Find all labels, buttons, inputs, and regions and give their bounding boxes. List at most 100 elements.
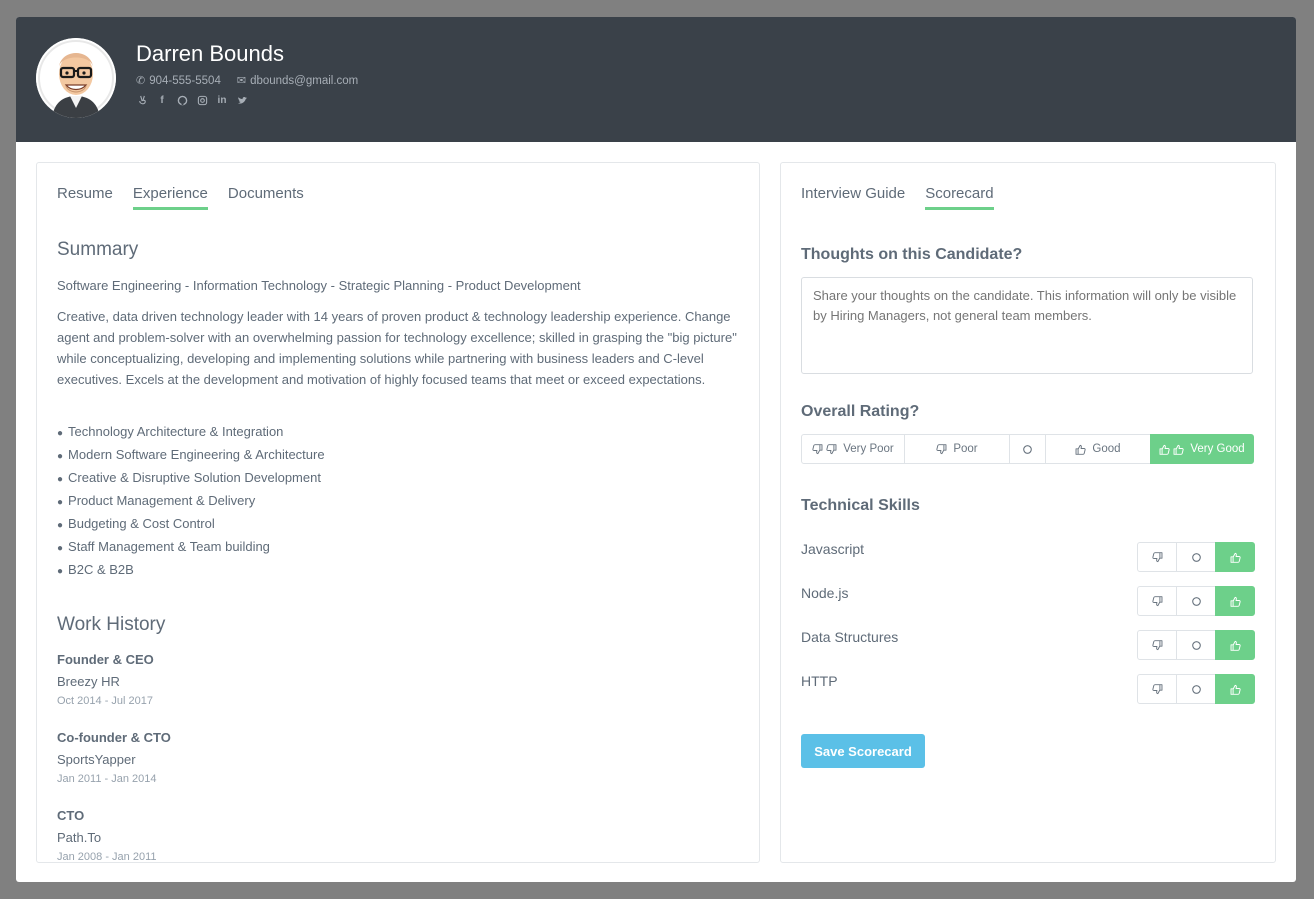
thumbs-up-icon: [1230, 596, 1241, 607]
contact-info: ✆ 904-555-5504 ✉ dbounds@gmail.com: [136, 74, 358, 88]
job-dates: Jan 2011 - Jan 2014: [57, 773, 157, 785]
tab-scorecard[interactable]: Scorecard: [925, 185, 994, 210]
technical-skills-heading: Technical Skills: [801, 497, 920, 514]
tab-documents[interactable]: Documents: [228, 185, 304, 210]
list-item: Technology Architecture & Integration: [57, 421, 325, 444]
summary-body: Creative, data driven technology leader …: [57, 309, 737, 387]
job-dates: Oct 2014 - Jul 2017: [57, 695, 154, 707]
twitter-icon[interactable]: [236, 94, 248, 106]
summary-tagline: Software Engineering - Information Techn…: [57, 278, 581, 293]
skill-thumbs-up-button[interactable]: [1215, 674, 1255, 704]
list-item: B2C & B2B: [57, 559, 325, 582]
experience-panel: Resume Experience Documents Summary Soft…: [36, 162, 760, 863]
save-scorecard-button[interactable]: Save Scorecard: [801, 734, 925, 768]
rating-very-poor-button[interactable]: Very Poor: [801, 434, 905, 464]
thumbs-down-icon: [1152, 552, 1163, 563]
thumbs-down-icon: [936, 444, 947, 455]
skill-row: Node.js: [801, 585, 1255, 616]
neutral-circle-icon: [1191, 552, 1202, 563]
skill-label: Javascript: [801, 541, 865, 557]
job-dates: Jan 2008 - Jan 2011: [57, 851, 157, 863]
skill-neutral-button[interactable]: [1176, 674, 1216, 704]
rating-very-good-button[interactable]: Very Good: [1150, 434, 1254, 464]
envelope-icon: ✉: [236, 75, 247, 87]
github-icon[interactable]: [176, 94, 188, 106]
social-links: f in: [136, 94, 248, 106]
job-company: SportsYapper: [57, 752, 136, 767]
left-tabs: Resume Experience Documents: [57, 185, 304, 210]
email-address[interactable]: dbounds@gmail.com: [250, 75, 358, 87]
summary-heading: Summary: [57, 239, 139, 260]
skill-row: Javascript: [801, 541, 1255, 572]
job-entry: Co-founder & CTO SportsYapper Jan 2011 -…: [57, 730, 171, 785]
job-title: Co-founder & CTO: [57, 730, 171, 745]
rating-good-button[interactable]: Good: [1045, 434, 1151, 464]
candidate-modal: Darren Bounds ✆ 904-555-5504 ✉ dbounds@g…: [16, 17, 1296, 882]
tab-resume[interactable]: Resume: [57, 185, 113, 210]
skill-thumbs-up-button[interactable]: [1215, 630, 1255, 660]
tab-experience[interactable]: Experience: [132, 185, 208, 210]
avatar: [36, 38, 116, 118]
thumbs-down-icon: [1152, 640, 1163, 651]
thoughts-heading: Thoughts on this Candidate?: [801, 246, 1023, 263]
neutral-circle-icon: [1022, 444, 1033, 455]
skill-thumbs-down-button[interactable]: [1137, 586, 1177, 616]
rating-poor-button[interactable]: Poor: [904, 434, 1010, 464]
neutral-circle-icon: [1191, 596, 1202, 607]
angellist-icon[interactable]: [136, 94, 148, 106]
job-company: Path.To: [57, 830, 102, 845]
scorecard-panel: Interview Guide Scorecard Thoughts on th…: [780, 162, 1276, 863]
neutral-circle-icon: [1191, 684, 1202, 695]
list-item: Modern Software Engineering & Architectu…: [57, 444, 325, 467]
facebook-icon[interactable]: f: [156, 94, 168, 106]
double-thumbs-up-icon: [1159, 444, 1184, 455]
work-history-heading: Work History: [57, 614, 166, 635]
tab-interview-guide[interactable]: Interview Guide: [801, 185, 905, 210]
thoughts-textarea[interactable]: [801, 277, 1253, 374]
overall-rating-heading: Overall Rating?: [801, 403, 920, 420]
skill-label: Node.js: [801, 585, 849, 601]
thumbs-up-icon: [1230, 552, 1241, 563]
double-thumbs-down-icon: [812, 444, 837, 455]
right-tabs: Interview Guide Scorecard: [801, 185, 994, 210]
skill-thumbs-down-button[interactable]: [1137, 542, 1177, 572]
thumbs-down-icon: [1152, 596, 1163, 607]
skill-thumbs-up-button[interactable]: [1215, 586, 1255, 616]
thumbs-up-icon: [1230, 684, 1241, 695]
skill-rating-group: [1137, 630, 1255, 660]
skill-row: HTTP: [801, 673, 1255, 704]
phone-icon: ✆: [136, 75, 146, 87]
skill-thumbs-down-button[interactable]: [1137, 630, 1177, 660]
skill-rating-group: [1137, 586, 1255, 616]
skill-neutral-button[interactable]: [1176, 542, 1216, 572]
candidate-name: Darren Bounds: [136, 41, 284, 66]
skill-label: Data Structures: [801, 629, 899, 645]
job-entry: CTO Path.To Jan 2008 - Jan 2011: [57, 808, 157, 863]
overall-rating-group: Very Poor Poor Good Very Good: [801, 434, 1254, 464]
list-item: Staff Management & Team building: [57, 536, 325, 559]
list-item: Budgeting & Cost Control: [57, 513, 325, 536]
list-item: Creative & Disruptive Solution Developme…: [57, 467, 325, 490]
rating-neutral-button[interactable]: [1009, 434, 1046, 464]
job-company: Breezy HR: [57, 674, 120, 689]
thumbs-up-icon: [1075, 444, 1086, 455]
skill-neutral-button[interactable]: [1176, 630, 1216, 660]
thumbs-down-icon: [1152, 684, 1163, 695]
skill-rating-group: [1137, 542, 1255, 572]
skill-thumbs-down-button[interactable]: [1137, 674, 1177, 704]
skill-row: Data Structures: [801, 629, 1255, 660]
job-title: CTO: [57, 808, 85, 823]
instagram-icon[interactable]: [196, 94, 208, 106]
linkedin-icon[interactable]: in: [216, 94, 228, 106]
candidate-header: Darren Bounds ✆ 904-555-5504 ✉ dbounds@g…: [16, 17, 1296, 142]
job-entry: Founder & CEO Breezy HR Oct 2014 - Jul 2…: [57, 652, 154, 707]
phone-number[interactable]: 904-555-5504: [149, 75, 221, 87]
job-title: Founder & CEO: [57, 652, 154, 667]
thumbs-up-icon: [1230, 640, 1241, 651]
neutral-circle-icon: [1191, 640, 1202, 651]
skill-rating-group: [1137, 674, 1255, 704]
skills-list: Technology Architecture & Integration Mo…: [57, 421, 325, 582]
list-item: Product Management & Delivery: [57, 490, 325, 513]
skill-neutral-button[interactable]: [1176, 586, 1216, 616]
skill-thumbs-up-button[interactable]: [1215, 542, 1255, 572]
